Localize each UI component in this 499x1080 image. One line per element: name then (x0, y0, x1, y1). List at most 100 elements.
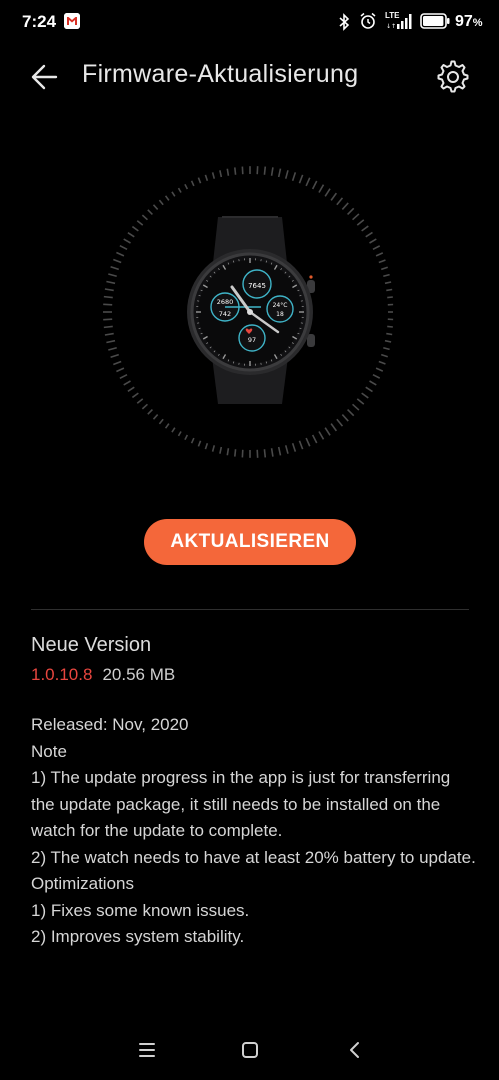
ring-tick (152, 414, 159, 420)
ring-tick (116, 251, 125, 257)
ring-tick (190, 437, 195, 444)
ring-tick (291, 442, 297, 452)
ring-tick (103, 295, 113, 299)
release-date: Released: Nov, 2020 (31, 715, 189, 734)
back-icon[interactable] (345, 1040, 365, 1060)
ring-tick (152, 204, 159, 210)
menu-icon[interactable] (137, 1040, 157, 1060)
note-item: 1) The update progress in the app is jus… (31, 768, 451, 840)
ring-tick (119, 244, 128, 251)
signal-icon: ↓↑ (386, 14, 412, 30)
battery-percent: 97% (455, 13, 483, 30)
ring-tick (108, 273, 117, 278)
ring-tick (158, 418, 164, 425)
ring-tick (164, 195, 170, 201)
update-button[interactable]: AKTUALISIEREN (144, 519, 356, 565)
ring-tick (386, 288, 393, 292)
ring-tick (298, 174, 304, 184)
ring-tick (147, 409, 153, 415)
ring-tick (352, 213, 360, 221)
ring-tick (197, 440, 202, 447)
ring-tick (184, 183, 189, 190)
ring-tick (356, 219, 365, 226)
ring-tick (106, 280, 116, 285)
ring-tick (270, 448, 274, 457)
ring-tick (372, 245, 381, 251)
ring-tick (113, 360, 122, 366)
ring-tick (347, 207, 355, 215)
ring-tick (324, 188, 331, 197)
note-heading: Note (31, 741, 67, 761)
ring-tick (361, 225, 369, 232)
ring-tick (356, 398, 365, 405)
ring-tick (372, 373, 381, 379)
ring-tick (226, 448, 230, 456)
ring-tick (219, 170, 223, 178)
version-line: 1.0.10.8 20.56 MB (31, 665, 175, 685)
release-notes: Released: Nov, 2020 Note 1) The update p… (31, 712, 476, 951)
ring-tick (234, 449, 237, 457)
home-icon[interactable] (240, 1040, 260, 1060)
status-time: 7:24 (22, 12, 57, 31)
ring-tick (190, 180, 195, 187)
ring-tick (184, 434, 189, 441)
divider (31, 609, 469, 610)
optimization-item: 1) Fixes some known issues. (31, 900, 250, 920)
page-title: Firmware-Aktualisierung (82, 60, 359, 88)
ring-tick (141, 403, 148, 410)
ring-tick (352, 403, 360, 411)
ring-tick (108, 346, 117, 351)
ring-tick (171, 191, 176, 197)
watch-illustration: 7645 2680 742 24°C 18 97 (100, 162, 400, 462)
ring-tick (305, 437, 311, 447)
ring-tick (324, 427, 331, 436)
ring-tick (284, 170, 289, 179)
ring-tick (311, 180, 318, 190)
ring-tick (277, 446, 282, 456)
ring-tick (131, 392, 139, 399)
ring-tick (104, 288, 114, 292)
ring-tick (298, 440, 304, 450)
ring-tick (141, 214, 148, 221)
ring-tick (270, 167, 274, 176)
ring-tick (103, 325, 113, 329)
svg-text:↓↑: ↓↑ (386, 23, 396, 30)
ring-tick (110, 265, 120, 271)
ring-tick (384, 339, 392, 343)
ring-tick (336, 197, 344, 206)
back-arrow-icon[interactable] (28, 60, 62, 94)
alarm-icon (360, 12, 376, 29)
ring-tick (119, 373, 128, 380)
ring-tick (318, 184, 325, 193)
ring-tick (226, 168, 230, 176)
ring-tick (110, 353, 120, 359)
ring-tick (311, 434, 318, 444)
version-size: 20.56 MB (102, 665, 176, 684)
ring-tick (131, 225, 139, 232)
ring-tick (284, 445, 289, 454)
ring-tick (378, 259, 386, 264)
ring-tick (263, 166, 267, 175)
ring-tick (387, 296, 393, 299)
ring-tick (386, 332, 393, 336)
ring-tick (123, 380, 131, 386)
ring-tick (380, 353, 388, 358)
ring-tick (147, 209, 153, 215)
ring-tick (104, 332, 114, 336)
watch-steps: 7645 (248, 282, 266, 290)
ring-tick (171, 427, 176, 433)
ring-tick (116, 367, 125, 373)
ring-tick (387, 325, 393, 328)
ring-tick (197, 177, 202, 184)
ring-tick (336, 418, 344, 427)
ring-tick (277, 168, 282, 178)
gmail-icon (64, 13, 80, 29)
ring-tick (369, 380, 377, 386)
version-number: 1.0.10.8 (31, 665, 93, 684)
ring-tick (204, 174, 209, 182)
ring-tick (136, 220, 144, 226)
gear-icon[interactable] (436, 60, 470, 94)
ring-tick (378, 360, 386, 365)
system-nav-bar (0, 1030, 499, 1070)
ring-tick (158, 199, 164, 206)
